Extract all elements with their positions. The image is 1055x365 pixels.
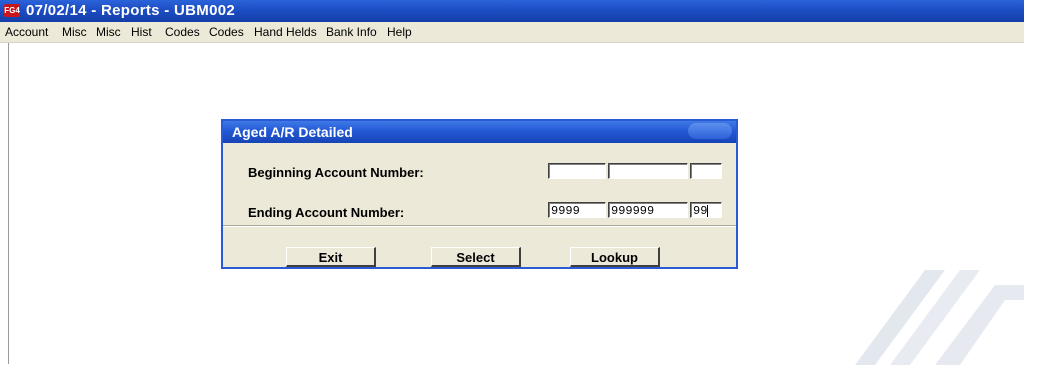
ending-account-part3[interactable]: 99 xyxy=(690,202,722,218)
lookup-button[interactable]: Lookup xyxy=(570,247,660,267)
watermark-logo xyxy=(855,270,1025,365)
menu-account[interactable]: Account xyxy=(5,25,48,39)
ending-account-part3-value: 99 xyxy=(693,204,708,218)
screen-margin xyxy=(1024,0,1055,364)
menu-bank-info[interactable]: Bank Info xyxy=(326,25,377,39)
title-bar-decoration xyxy=(688,123,732,139)
ending-account-part1[interactable]: 9999 xyxy=(548,202,606,218)
ending-account-label: Ending Account Number: xyxy=(248,205,405,220)
select-button[interactable]: Select xyxy=(431,247,521,267)
menu-codes-2[interactable]: Codes xyxy=(209,25,244,39)
exit-button[interactable]: Exit xyxy=(286,247,376,267)
window-title-bar[interactable]: FG4 07/02/14 - Reports - UBM002 xyxy=(0,0,1024,22)
beginning-account-part1[interactable] xyxy=(548,163,606,179)
menu-misc-2[interactable]: Misc xyxy=(96,25,121,39)
menu-help[interactable]: Help xyxy=(387,25,412,39)
dialog-title-bar[interactable]: Aged A/R Detailed xyxy=(223,121,736,143)
menu-codes-1[interactable]: Codes xyxy=(165,25,200,39)
beginning-account-part3[interactable] xyxy=(690,163,722,179)
ending-account-part2[interactable]: 999999 xyxy=(608,202,688,218)
app-logo-icon: FG4 xyxy=(4,4,20,17)
dialog-title: Aged A/R Detailed xyxy=(232,124,353,140)
text-cursor xyxy=(707,204,709,217)
menu-misc-1[interactable]: Misc xyxy=(62,25,87,39)
aged-ar-dialog: Aged A/R Detailed Beginning Account Numb… xyxy=(221,119,738,269)
dialog-separator-highlight xyxy=(223,226,736,227)
window-border xyxy=(8,43,9,364)
window-title: 07/02/14 - Reports - UBM002 xyxy=(26,2,236,19)
menu-hist[interactable]: Hist xyxy=(131,25,152,39)
beginning-account-label: Beginning Account Number: xyxy=(248,165,424,180)
beginning-account-part2[interactable] xyxy=(608,163,688,179)
menu-bar: Account Misc Misc Hist Codes Codes Hand … xyxy=(0,22,1024,43)
menu-hand-helds[interactable]: Hand Helds xyxy=(254,25,317,39)
